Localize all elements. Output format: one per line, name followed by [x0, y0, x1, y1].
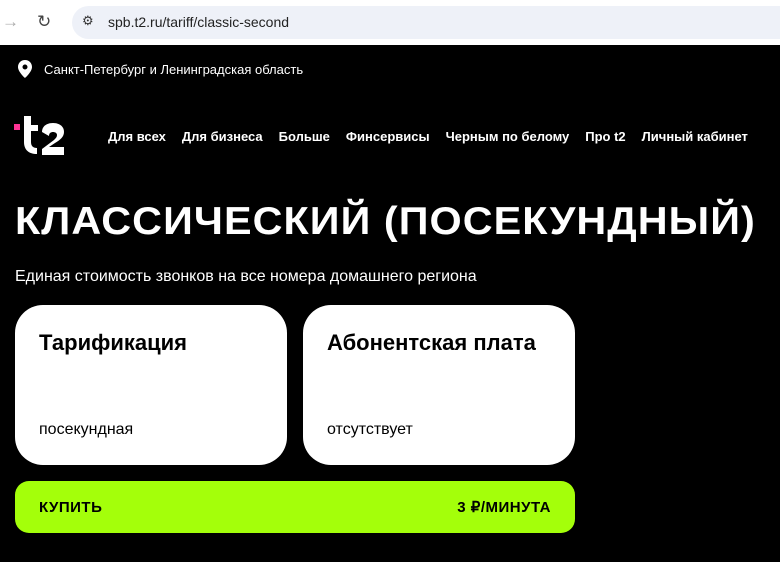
subscription-fee-card: Абонентская плата отсутствует: [303, 305, 575, 465]
menu-account[interactable]: Личный кабинет: [642, 129, 748, 144]
card-value: посекундная: [39, 421, 134, 438]
forward-icon[interactable]: →: [2, 12, 19, 32]
menu-business[interactable]: Для бизнеса: [182, 129, 263, 144]
location-pin-icon: [18, 60, 32, 78]
url-text[interactable]: spb.t2.ru/tariff/classic-second: [108, 14, 289, 30]
site-settings-icon[interactable]: ⚙: [82, 13, 100, 31]
main-menu: Для всех Для бизнеса Больше Финсервисы Ч…: [108, 129, 748, 144]
buy-label: КУПИТЬ: [39, 498, 103, 516]
reload-icon[interactable]: ↻: [37, 12, 51, 32]
address-bar[interactable]: ⚙ spb.t2.ru/tariff/classic-second: [72, 6, 780, 39]
region-label: Санкт-Петербург и Ленинградская область: [44, 61, 304, 77]
card-title: Тарификация: [39, 330, 187, 355]
page-title: КЛАССИЧЕСКИЙ (ПОСЕКУНДНЫЙ): [15, 200, 756, 243]
price-label: 3 ₽/МИНУТА: [457, 499, 551, 516]
page-subtitle: Единая стоимость звонков на все номера д…: [15, 268, 477, 285]
card-title: Абонентская плата: [327, 330, 536, 355]
menu-about[interactable]: Про t2: [585, 129, 625, 144]
browser-toolbar: → ↻ ⚙ spb.t2.ru/tariff/classic-second: [0, 0, 780, 45]
menu-black-on-white[interactable]: Черным по белому: [446, 129, 570, 144]
card-value: отсутствует: [327, 421, 413, 438]
menu-more[interactable]: Больше: [279, 129, 330, 144]
billing-card: Тарификация посекундная: [15, 305, 287, 465]
buy-button[interactable]: КУПИТЬ 3 ₽/МИНУТА: [15, 481, 575, 533]
t2-logo[interactable]: [14, 113, 72, 157]
region-selector[interactable]: Санкт-Петербург и Ленинградская область: [18, 60, 303, 78]
menu-finservices[interactable]: Финсервисы: [346, 129, 430, 144]
menu-for-all[interactable]: Для всех: [108, 129, 166, 144]
